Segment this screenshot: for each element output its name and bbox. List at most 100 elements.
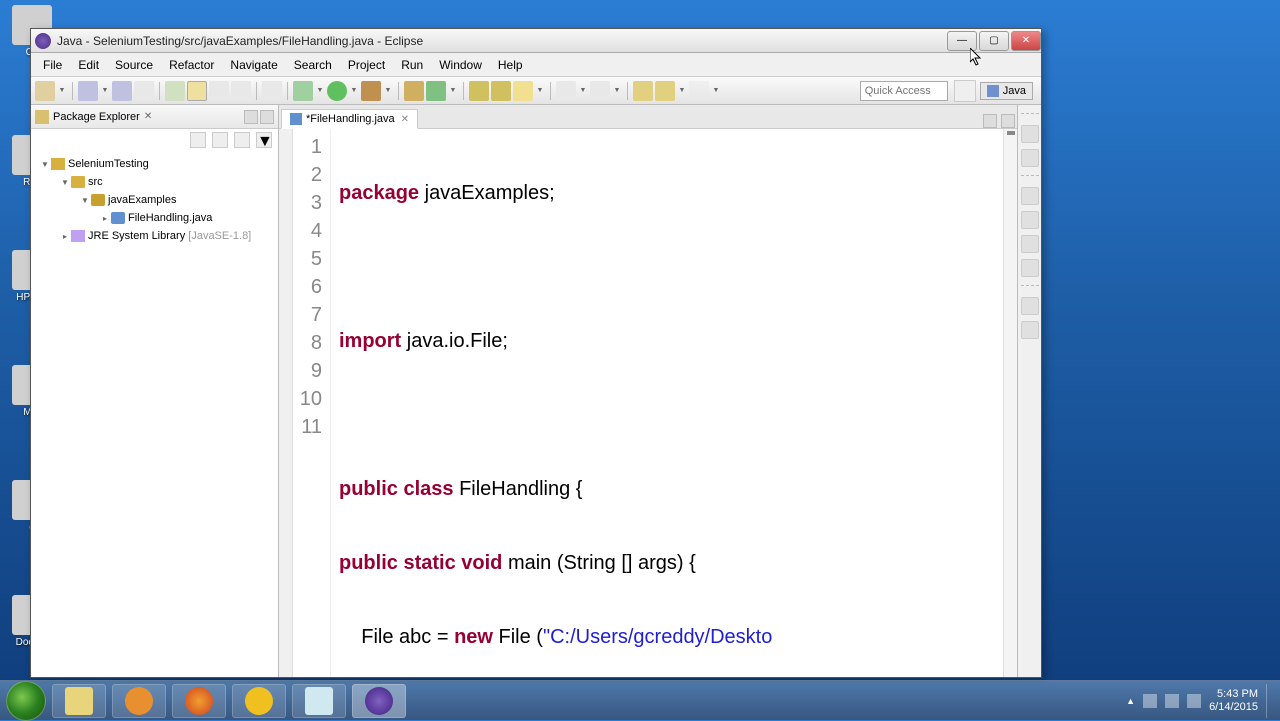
java-file-node[interactable]: FileHandling.java (128, 212, 212, 224)
dropdown-icon[interactable]: ▼ (612, 87, 622, 94)
minimize-editor-button[interactable] (983, 114, 997, 128)
menu-file[interactable]: File (35, 55, 70, 75)
save-all-button[interactable] (112, 81, 132, 101)
open-task-button[interactable] (491, 81, 511, 101)
minimize-button[interactable]: — (947, 31, 977, 51)
menu-navigate[interactable]: Navigate (222, 55, 285, 75)
view-menu-button[interactable]: ▼ (256, 132, 272, 148)
taskbar-gotomeeting[interactable] (232, 684, 286, 718)
dropdown-icon[interactable]: ▼ (100, 87, 110, 94)
show-desktop-button[interactable] (1266, 684, 1274, 718)
dropdown-icon[interactable]: ▼ (315, 87, 325, 94)
new-button[interactable] (35, 81, 55, 101)
problems-view-button[interactable] (1021, 187, 1039, 205)
menu-help[interactable]: Help (490, 55, 531, 75)
overview-ruler[interactable] (1003, 129, 1017, 677)
tray-volume-icon[interactable] (1187, 694, 1201, 708)
dropdown-icon[interactable]: ▼ (578, 87, 588, 94)
toggle-block-button[interactable] (209, 81, 229, 101)
trim-button[interactable] (1021, 321, 1039, 339)
quick-access-input[interactable] (860, 81, 948, 101)
dropdown-icon[interactable]: ▼ (535, 87, 545, 94)
dropdown-icon[interactable]: ▼ (383, 87, 393, 94)
toggle-mark-button[interactable] (187, 81, 207, 101)
forward-button[interactable] (689, 81, 709, 101)
library-node[interactable]: JRE System Library [JavaSE-1.8] (88, 230, 251, 242)
menu-search[interactable]: Search (286, 55, 340, 75)
show-whitespace-button[interactable] (231, 81, 251, 101)
taskbar-explorer[interactable] (52, 684, 106, 718)
menu-edit[interactable]: Edit (70, 55, 107, 75)
run-last-button[interactable] (361, 81, 381, 101)
dropdown-icon[interactable]: ▼ (711, 87, 721, 94)
java-perspective-icon (987, 85, 999, 97)
run-button[interactable] (327, 81, 347, 101)
package-node[interactable]: javaExamples (108, 194, 176, 206)
editor-tab[interactable]: *FileHandling.java ✕ (281, 109, 418, 129)
print-button[interactable] (134, 81, 154, 101)
titlebar[interactable]: Java - SeleniumTesting/src/javaExamples/… (31, 29, 1041, 53)
prev-annotation-button[interactable] (590, 81, 610, 101)
tree-toggle-icon[interactable]: ▼ (79, 196, 91, 205)
annotation-button[interactable] (262, 81, 282, 101)
dropdown-icon[interactable]: ▼ (448, 87, 458, 94)
trim-button[interactable] (1021, 297, 1039, 315)
dropdown-icon[interactable]: ▼ (57, 87, 67, 94)
package-tree[interactable]: ▼ SeleniumTesting ▼ src ▼ javaExamples ▸ (31, 151, 278, 677)
save-button[interactable] (78, 81, 98, 101)
dropdown-icon[interactable]: ▼ (349, 87, 359, 94)
tray-flag-icon[interactable] (1143, 694, 1157, 708)
tray-network-icon[interactable] (1165, 694, 1179, 708)
open-type-button[interactable] (469, 81, 489, 101)
window-title: Java - SeleniumTesting/src/javaExamples/… (57, 34, 945, 48)
next-annotation-button[interactable] (556, 81, 576, 101)
menu-window[interactable]: Window (431, 55, 490, 75)
new-class-button[interactable] (426, 81, 446, 101)
collapse-all-button[interactable] (190, 132, 206, 148)
taskbar-clock[interactable]: 5:43 PM 6/14/2015 (1209, 688, 1258, 714)
declaration-view-button[interactable] (1021, 235, 1039, 253)
show-hidden-icons[interactable]: ▲ (1126, 696, 1135, 706)
start-button[interactable] (6, 681, 46, 721)
debug-button[interactable] (293, 81, 313, 101)
menu-run[interactable]: Run (393, 55, 431, 75)
menu-refactor[interactable]: Refactor (161, 55, 222, 75)
close-button[interactable]: ✕ (1011, 31, 1041, 51)
tree-toggle-icon[interactable]: ▸ (59, 232, 71, 241)
outline-view-button[interactable] (1021, 125, 1039, 143)
editor-tab-label: *FileHandling.java (306, 113, 395, 125)
last-edit-button[interactable] (633, 81, 653, 101)
project-node[interactable]: SeleniumTesting (68, 158, 149, 170)
maximize-editor-button[interactable] (1001, 114, 1015, 128)
dropdown-icon[interactable]: ▼ (677, 87, 687, 94)
code-editor[interactable]: 1234567891011 package javaExamples; impo… (279, 129, 1017, 677)
taskbar-media-player[interactable] (112, 684, 166, 718)
link-editor-button[interactable] (212, 132, 228, 148)
maximize-button[interactable]: ▢ (979, 31, 1009, 51)
taskbar-notepad[interactable] (292, 684, 346, 718)
menu-project[interactable]: Project (340, 55, 393, 75)
new-package-button[interactable] (404, 81, 424, 101)
tab-close-icon[interactable]: ✕ (401, 114, 409, 125)
tree-toggle-icon[interactable]: ▼ (59, 178, 71, 187)
toggle-breadcrumb-button[interactable] (165, 81, 185, 101)
search-button[interactable] (513, 81, 533, 101)
code-content[interactable]: package javaExamples; import java.io.Fil… (331, 129, 1003, 677)
java-perspective-button[interactable]: Java (980, 82, 1033, 100)
minimize-view-button[interactable] (244, 110, 258, 124)
open-perspective-button[interactable] (954, 80, 976, 102)
task-list-button[interactable] (1021, 149, 1039, 167)
tree-toggle-icon[interactable]: ▼ (39, 160, 51, 169)
taskbar-firefox[interactable] (172, 684, 226, 718)
maximize-view-button[interactable] (260, 110, 274, 124)
src-node[interactable]: src (88, 176, 103, 188)
view-close-icon[interactable]: ✕ (144, 111, 152, 122)
javadoc-view-button[interactable] (1021, 211, 1039, 229)
focus-task-button[interactable] (234, 132, 250, 148)
taskbar-eclipse[interactable] (352, 684, 406, 718)
marker-bar[interactable] (279, 129, 293, 677)
tree-toggle-icon[interactable]: ▸ (99, 214, 111, 223)
menu-source[interactable]: Source (107, 55, 161, 75)
console-view-button[interactable] (1021, 259, 1039, 277)
back-button[interactable] (655, 81, 675, 101)
